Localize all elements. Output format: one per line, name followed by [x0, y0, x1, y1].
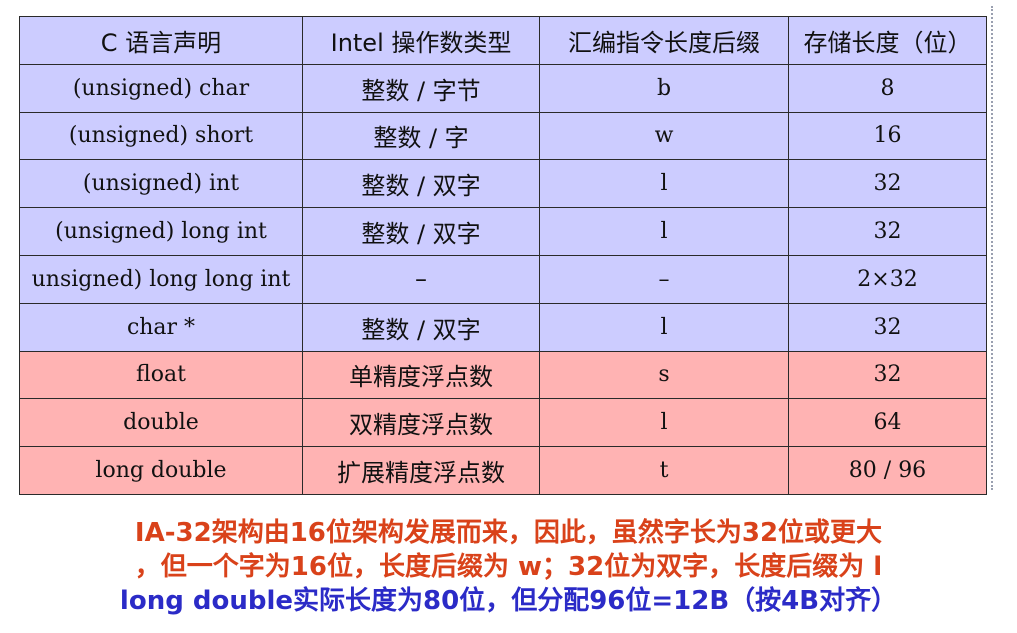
cell-bits: 32 [788, 159, 987, 209]
cell-intel-type: 整数 / 双字 [302, 207, 540, 256]
cell-bits: 8 [788, 63, 987, 113]
cell-c-declaration: long double [19, 446, 303, 495]
cell-c-declaration: double [19, 398, 303, 448]
table-row: (unsigned) long int 整数 / 双字 l 32 [19, 207, 987, 256]
cell-bits: 2×32 [788, 254, 987, 304]
cell-c-declaration: unsigned) long long int [19, 254, 303, 304]
table-row: char * 整数 / 双字 l 32 [19, 302, 987, 352]
table-row: (unsigned) int 整数 / 双字 l 32 [19, 159, 987, 209]
cell-c-declaration: (unsigned) long int [19, 207, 303, 256]
header-asm-suffix: 汇编指令长度后缀 [539, 16, 789, 65]
cell-bits: 80 / 96 [788, 446, 987, 495]
cell-c-declaration: (unsigned) short [19, 111, 303, 161]
dotted-border [991, 6, 993, 490]
table-row: unsigned) long long int – – 2×32 [19, 254, 987, 304]
header-intel-operand-type: Intel 操作数类型 [302, 16, 540, 65]
cell-bits: 32 [788, 302, 987, 352]
cell-suffix: l [539, 302, 789, 352]
header-storage-bits: 存储长度（位） [788, 16, 987, 65]
table-row: float 单精度浮点数 s 32 [19, 350, 987, 400]
cell-bits: 64 [788, 398, 987, 448]
explanation-caption: IA-32架构由16位架构发展而来，因此，虽然字长为32位或更大 ，但一个字为1… [0, 516, 1017, 618]
cell-intel-type: 扩展精度浮点数 [302, 446, 540, 495]
cell-intel-type: 整数 / 双字 [302, 159, 540, 209]
caption-line-1: IA-32架构由16位架构发展而来，因此，虽然字长为32位或更大 [134, 518, 883, 548]
cell-suffix: w [539, 111, 789, 161]
table-row: (unsigned) char 整数 / 字节 b 8 [19, 63, 987, 113]
cell-intel-type: 双精度浮点数 [302, 398, 540, 448]
cell-suffix: l [539, 207, 789, 256]
cell-c-declaration: float [19, 350, 303, 400]
cell-c-declaration: (unsigned) int [19, 159, 303, 209]
caption-line-2: ，但一个字为16位，长度后缀为 w；32位为双字，长度后缀为 l [134, 552, 883, 582]
cell-bits: 32 [788, 207, 987, 256]
cell-bits: 16 [788, 111, 987, 161]
cell-intel-type: 整数 / 双字 [302, 302, 540, 352]
cell-c-declaration: char * [19, 302, 303, 352]
cell-intel-type: 整数 / 字 [302, 111, 540, 161]
cell-suffix: t [539, 446, 789, 495]
cell-c-declaration: (unsigned) char [19, 63, 303, 113]
cell-bits: 32 [788, 350, 987, 400]
data-type-table: C 语言声明 Intel 操作数类型 汇编指令长度后缀 存储长度（位） (uns… [19, 16, 987, 495]
cell-intel-type: 单精度浮点数 [302, 350, 540, 400]
cell-suffix: b [539, 63, 789, 113]
table-header-row: C 语言声明 Intel 操作数类型 汇编指令长度后缀 存储长度（位） [19, 16, 987, 65]
table-row: (unsigned) short 整数 / 字 w 16 [19, 111, 987, 161]
cell-suffix: l [539, 159, 789, 209]
cell-suffix: l [539, 398, 789, 448]
cell-intel-type: – [302, 254, 540, 304]
cell-suffix: – [539, 254, 789, 304]
table-row: double 双精度浮点数 l 64 [19, 398, 987, 448]
table-row: long double 扩展精度浮点数 t 80 / 96 [19, 446, 987, 495]
cell-suffix: s [539, 350, 789, 400]
caption-line-3: long double实际长度为80位，但分配96位=12B（按4B对齐） [119, 586, 898, 616]
cell-intel-type: 整数 / 字节 [302, 63, 540, 113]
header-c-declaration: C 语言声明 [19, 16, 303, 65]
